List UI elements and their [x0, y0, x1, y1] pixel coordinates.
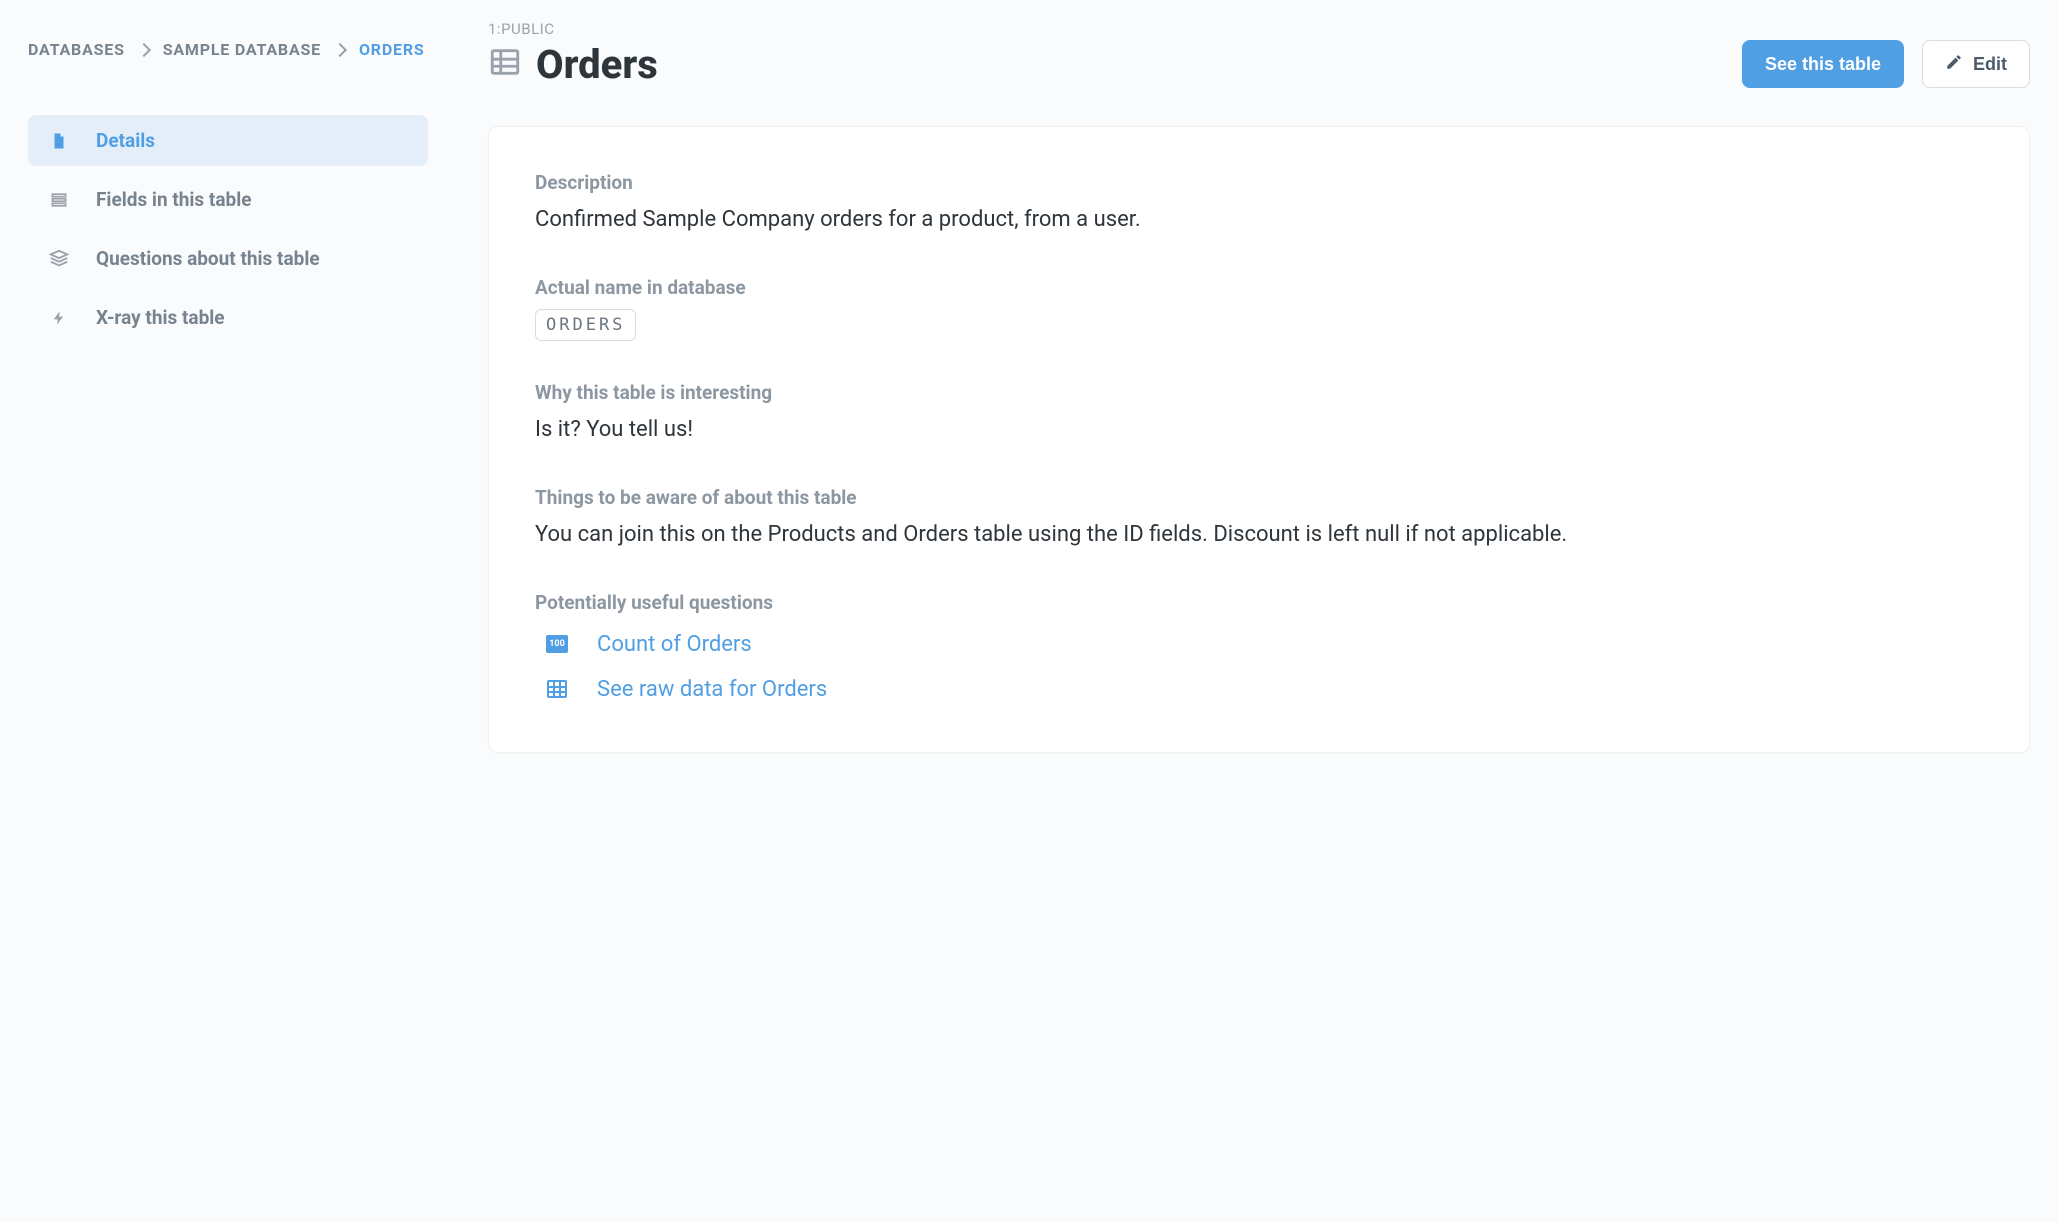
scalar-100-icon: 100 [545, 632, 569, 656]
document-icon [48, 130, 70, 152]
chevron-right-icon [333, 42, 347, 56]
why-interesting-label: Why this table is interesting [535, 381, 1983, 404]
question-label: See raw data for Orders [597, 677, 827, 702]
list-icon [48, 189, 70, 211]
chevron-right-icon [137, 42, 151, 56]
aware-body: You can join this on the Products and Or… [535, 519, 1983, 551]
sidebar-item-label: Questions about this table [96, 247, 320, 270]
sidebar-item-questions[interactable]: Questions about this table [28, 233, 428, 284]
edit-button-label: Edit [1973, 54, 2007, 75]
why-interesting-body: Is it? You tell us! [535, 414, 1983, 446]
pencil-icon [1945, 53, 1963, 76]
schema-label: 1:PUBLIC [488, 20, 2030, 38]
sidebar-item-label: Details [96, 129, 155, 152]
aware-label: Things to be aware of about this table [535, 486, 1983, 509]
sidebar-item-fields[interactable]: Fields in this table [28, 174, 428, 225]
breadcrumb: DATABASES SAMPLE DATABASE ORDERS [28, 40, 428, 59]
side-nav: Details Fields in this table Questions a… [28, 115, 428, 343]
table-icon [488, 45, 522, 83]
page-title: Orders [536, 41, 658, 88]
question-count-of-orders[interactable]: 100 Count of Orders [535, 632, 1983, 657]
breadcrumb-orders[interactable]: ORDERS [359, 40, 425, 59]
breadcrumb-sample-database[interactable]: SAMPLE DATABASE [163, 40, 321, 59]
sidebar-item-label: Fields in this table [96, 188, 251, 211]
table-icon [545, 677, 569, 701]
actual-name-label: Actual name in database [535, 276, 1983, 299]
sidebar-item-details[interactable]: Details [28, 115, 428, 166]
question-label: Count of Orders [597, 632, 752, 657]
breadcrumb-databases[interactable]: DATABASES [28, 40, 125, 59]
layers-icon [48, 248, 70, 270]
actual-name-value: ORDERS [535, 309, 636, 341]
sidebar-item-label: X-ray this table [96, 306, 225, 329]
edit-button[interactable]: Edit [1922, 40, 2030, 88]
useful-questions-label: Potentially useful questions [535, 591, 1983, 614]
question-see-raw-data[interactable]: See raw data for Orders [535, 677, 1983, 702]
bolt-icon [48, 307, 70, 329]
sidebar-item-xray[interactable]: X-ray this table [28, 292, 428, 343]
description-label: Description [535, 171, 1983, 194]
description-body: Confirmed Sample Company orders for a pr… [535, 204, 1983, 236]
see-this-table-button[interactable]: See this table [1742, 40, 1904, 88]
details-card: Description Confirmed Sample Company ord… [488, 126, 2030, 753]
